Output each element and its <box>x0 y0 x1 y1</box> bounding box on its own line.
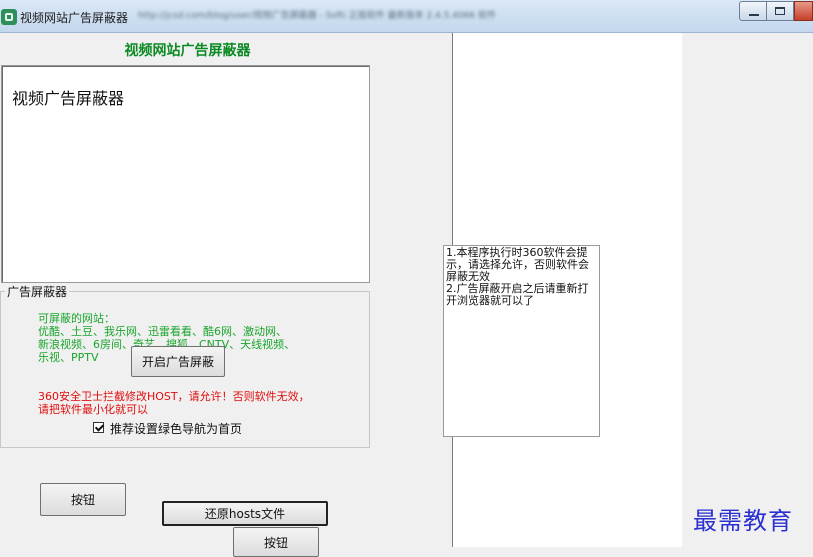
notice-textbox[interactable]: 1.本程序执行时360软件会提示，请选择允许，否则软件会屏蔽无效 2.广告屏蔽开… <box>443 245 600 437</box>
window-title: 视频网站广告屏蔽器 <box>20 11 129 25</box>
right-panel <box>682 33 813 547</box>
warning-text: 360安全卫士拦截修改HOST，请允许！否则软件无效， 请把软件最小化就可以 <box>38 390 310 416</box>
page-title: 视频网站广告屏蔽器 <box>124 43 251 59</box>
button-2[interactable]: 按钮 <box>233 527 319 557</box>
blurred-address-text: http://jcsd.com/blog/user/视频广告屏蔽器 - Soft… <box>138 11 497 21</box>
ad-blocker-group: 广告屏蔽器 可屏蔽的网站： 优酷、土豆、我乐网、迅雷看看、酷6网、激动网、 新浪… <box>0 283 370 448</box>
minimize-icon <box>749 14 759 16</box>
group-title: 广告屏蔽器 <box>5 283 70 300</box>
homepage-checkbox-label[interactable]: 推荐设置绿色导航为首页 <box>110 420 242 437</box>
minimize-button[interactable] <box>739 1 767 21</box>
app-icon <box>1 9 17 25</box>
watermark-text: 最需教育 <box>693 507 793 535</box>
enable-ad-block-button[interactable]: 开启广告屏蔽 <box>131 346 225 377</box>
main-textbox[interactable]: 视频广告屏蔽器 <box>1 65 370 283</box>
close-button[interactable] <box>794 1 813 21</box>
title-bar: 视频网站广告屏蔽器 http://jcsd.com/blog/user/视频广告… <box>0 0 813 33</box>
maximize-button[interactable] <box>767 1 794 21</box>
homepage-checkbox[interactable] <box>93 422 104 433</box>
main-panel: 视频网站广告屏蔽器 视频广告屏蔽器 广告屏蔽器 可屏蔽的网站： 优酷、土豆、我乐… <box>0 33 452 557</box>
restore-hosts-button[interactable]: 还原hosts文件 <box>162 501 328 526</box>
button-1[interactable]: 按钮 <box>40 483 126 516</box>
maximize-icon <box>775 7 785 15</box>
